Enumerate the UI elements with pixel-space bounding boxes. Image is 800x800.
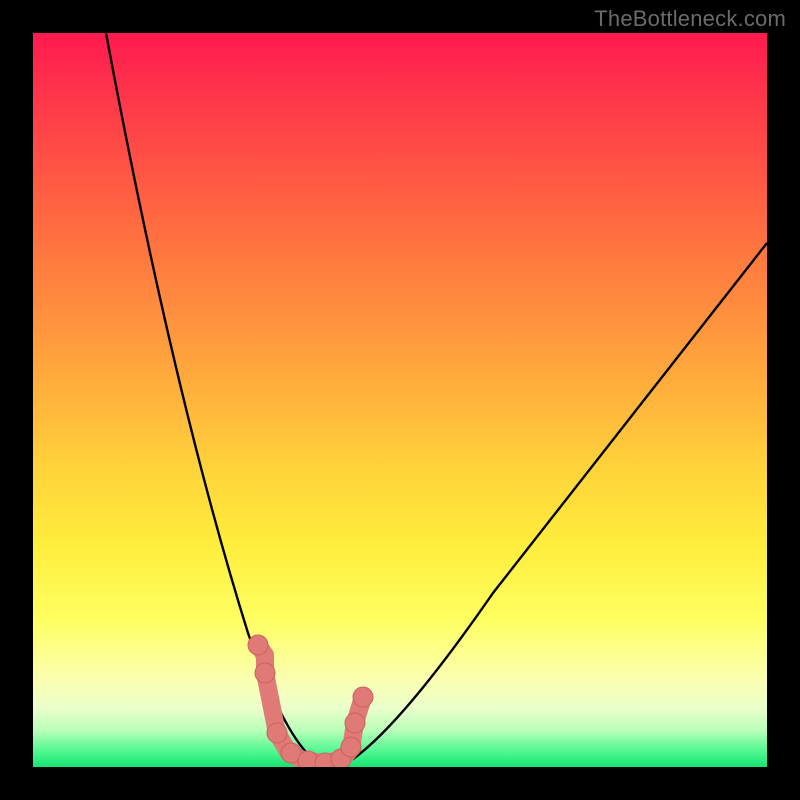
marker-dot [345,713,365,733]
marker-dot [341,737,361,757]
watermark-text: TheBottleneck.com [594,6,786,32]
marker-dot [248,635,268,655]
marker-dot [255,663,275,683]
plot-area [33,33,767,767]
bottleneck-curve [106,33,767,764]
curve-layer [33,33,767,767]
marker-dot [353,687,373,707]
marker-dot [267,723,287,743]
chart-frame: TheBottleneck.com [0,0,800,800]
